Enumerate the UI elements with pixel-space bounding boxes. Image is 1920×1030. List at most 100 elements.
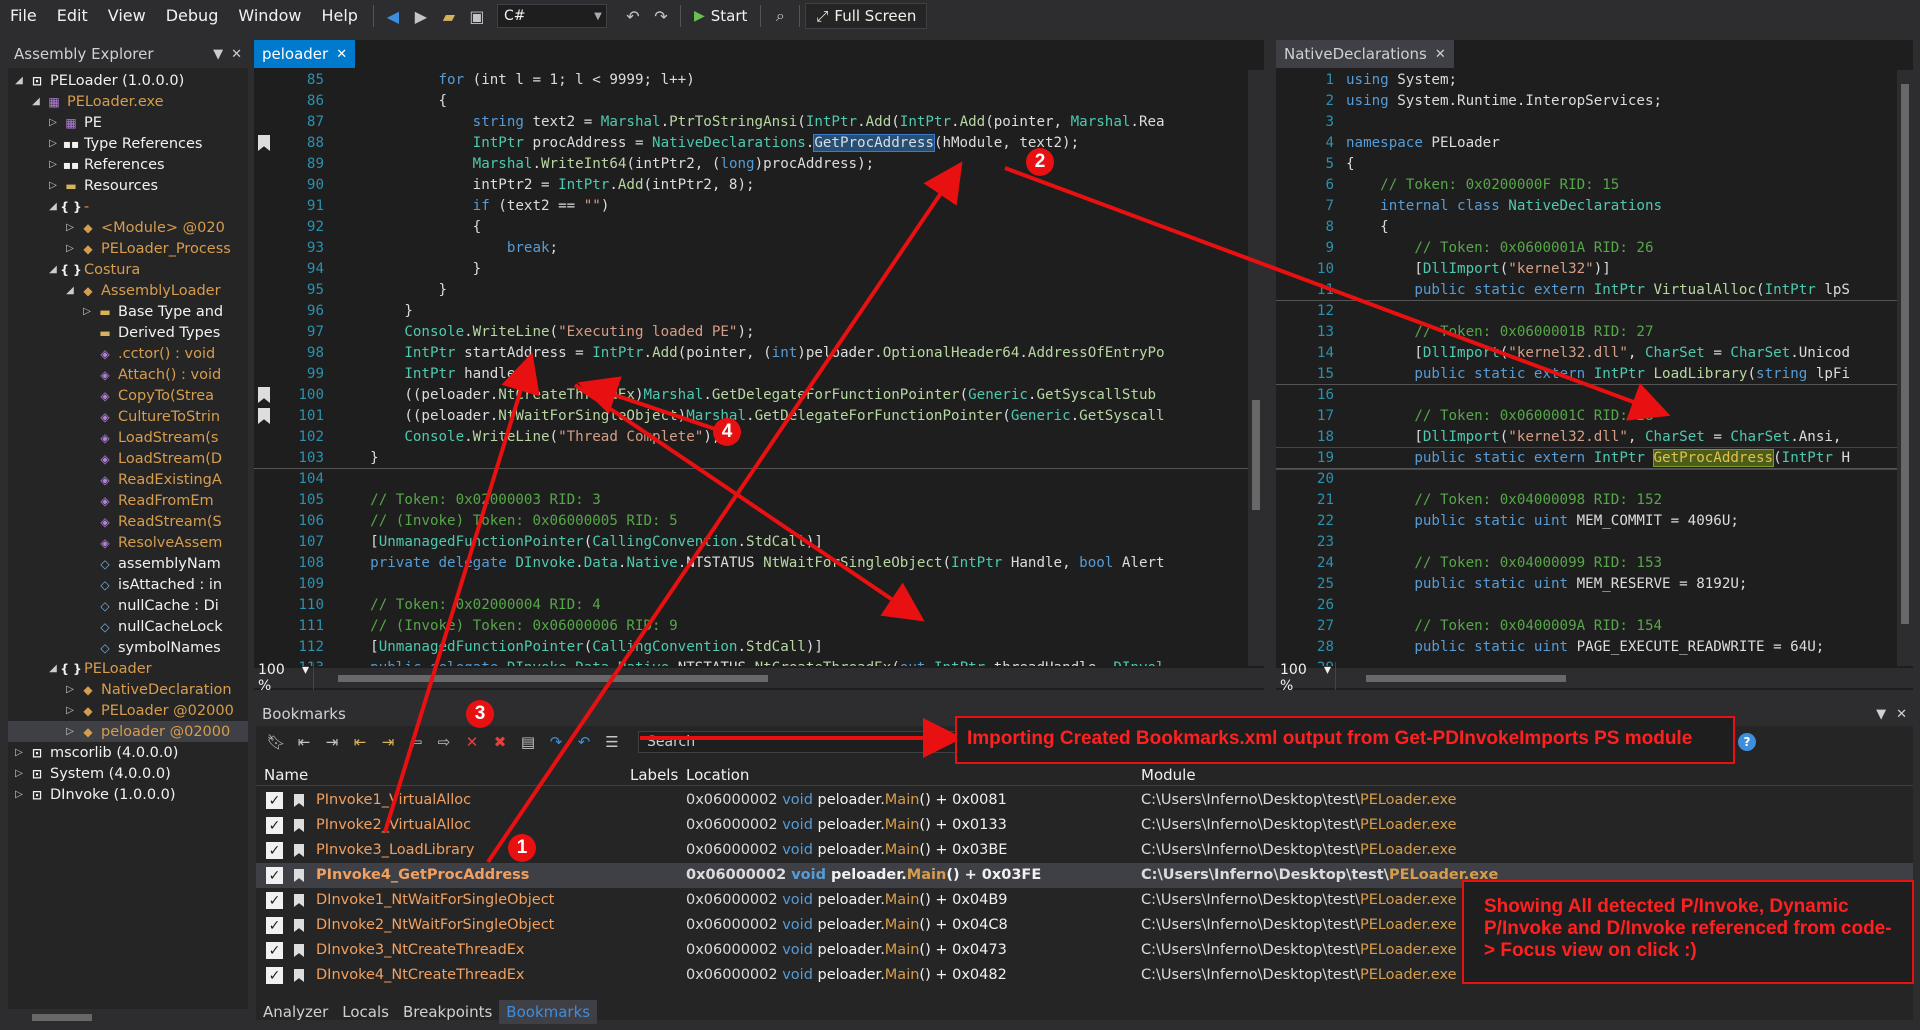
bookmark-location[interactable]: 0x06000002 void peloader.Main() + 0x0473 (686, 942, 1007, 958)
expand-toggle-icon[interactable]: ▷ (12, 768, 26, 779)
zoom-select[interactable]: 100 % ▾ (254, 662, 314, 690)
export-icon[interactable]: ↶ (572, 730, 596, 754)
code-token[interactable]: DInvol (1113, 660, 1164, 666)
tree-node[interactable]: ◢ ⊡ PELoader (1.0.0.0) (8, 70, 248, 91)
full-screen-button[interactable]: ⤢ Full Screen (805, 3, 928, 29)
code-token[interactable]: Native (626, 555, 677, 571)
code-editor-peloader[interactable]: peloader ✕ 85 for (int l = 1; l < 9999; l… (254, 40, 1264, 690)
delete-icon[interactable]: ✕ (460, 730, 484, 754)
expand-toggle-icon[interactable]: ◢ (12, 75, 26, 86)
tab-peloader[interactable]: peloader ✕ (254, 40, 356, 68)
tab-locals[interactable]: Locals (335, 1000, 396, 1024)
tree-node[interactable]: ▷ ▬ Base Type and (8, 301, 248, 322)
expand-toggle-icon[interactable]: ◢ (46, 201, 60, 212)
back-icon[interactable]: ◀ (381, 4, 405, 28)
expand-toggle-icon[interactable]: ▷ (63, 726, 77, 737)
next-in-folder-icon[interactable]: ⇥ (376, 730, 400, 754)
checkbox[interactable]: ✓ (266, 792, 283, 809)
horizontal-scrollbar[interactable] (8, 1009, 248, 1025)
forward-icon[interactable]: ▶ (409, 4, 433, 28)
expand-toggle-icon[interactable]: ◢ (46, 663, 60, 674)
code-token[interactable]: DInvoke (507, 660, 567, 666)
code-token[interactable]: IntPtr (1765, 282, 1816, 298)
code-token[interactable]: Generic (968, 387, 1028, 403)
checkbox[interactable]: ✓ (266, 892, 283, 909)
tree-node[interactable]: ◈ Attach() : void (8, 364, 248, 385)
highlighted-symbol[interactable]: GetProcAddress (1652, 449, 1775, 467)
code-token[interactable]: Marshal (601, 114, 661, 130)
start-button[interactable]: ▶ Start (686, 7, 755, 25)
scrollbar-thumb[interactable] (338, 675, 768, 682)
expand-toggle-icon[interactable]: ▷ (46, 138, 60, 149)
tree-node[interactable]: ▷ ⊡ DInvoke (1.0.0.0) (8, 784, 248, 805)
bookmark-name[interactable]: PInvoke2_VirtualAlloc (316, 817, 471, 833)
disable-all-icon[interactable]: ▤ (516, 730, 540, 754)
previous-bookmark-icon[interactable]: ⇤ (292, 730, 316, 754)
tree-node[interactable]: ◈ .cctor() : void (8, 343, 248, 364)
code-token[interactable]: IntPtr (336, 135, 524, 151)
menu-edit[interactable]: Edit (47, 0, 98, 32)
bookmark-location[interactable]: 0x06000002 void peloader.Main() + 0x03FE (686, 867, 1041, 883)
expand-toggle-icon[interactable]: ▷ (46, 117, 60, 128)
column-location[interactable]: Location (686, 766, 749, 784)
zoom-select[interactable]: 100 % ▾ (1276, 662, 1336, 690)
bookmark-location[interactable]: 0x06000002 void peloader.Main() + 0x0482 (686, 967, 1007, 983)
code-token[interactable]: WriteInt64 (541, 156, 626, 172)
tab-bookmarks[interactable]: Bookmarks (499, 1000, 598, 1024)
tab-breakpoints[interactable]: Breakpoints (396, 1000, 499, 1024)
scrollbar-thumb[interactable] (1366, 675, 1566, 682)
bookmark-location[interactable]: 0x06000002 void peloader.Main() + 0x04B9 (686, 892, 1008, 908)
code-token[interactable]: NtWaitForSingleObject (763, 555, 942, 571)
code-token[interactable]: UnmanagedFunctionPointer (379, 639, 584, 655)
code-token[interactable]: OptionalHeader64 (883, 345, 1020, 361)
help-icon[interactable]: ? (1738, 733, 1756, 751)
code-token[interactable]: DllImport (1423, 345, 1500, 361)
menu-debug[interactable]: Debug (156, 0, 229, 32)
tree-node[interactable]: ▷ ◆ <Module> @020 (8, 217, 248, 238)
horizontal-scrollbar[interactable] (314, 668, 1264, 688)
code-token[interactable]: Console (336, 429, 464, 445)
expand-toggle-icon[interactable]: ▷ (12, 747, 26, 758)
code-token[interactable]: Data (584, 555, 618, 571)
column-labels[interactable]: Labels (630, 766, 678, 784)
menu-file[interactable]: File (0, 0, 47, 32)
code-token[interactable]: Generic (1011, 408, 1071, 424)
code-token[interactable]: WriteLine (473, 324, 550, 340)
bookmark-toggle-icon[interactable]: 🔖︎ (264, 730, 288, 754)
code-token[interactable]: DllImport (1423, 261, 1500, 277)
tree-node[interactable]: ▷ ◆ PELoader_Process (8, 238, 248, 259)
code-token[interactable]: CharSet (1645, 345, 1705, 361)
code-token[interactable]: PtrToStringAnsi (669, 114, 797, 130)
code-token[interactable]: GetSyscallStub (1036, 387, 1156, 403)
code-token[interactable]: Add (652, 345, 678, 361)
close-icon[interactable]: ✕ (1435, 47, 1446, 62)
code-token[interactable]: GetDelegateForFunctionPointer (712, 387, 960, 403)
tree-node[interactable]: ◢{ } Costura (8, 259, 248, 280)
scrollbar-thumb[interactable] (32, 1014, 92, 1021)
code-token[interactable]: CharSet (1730, 345, 1790, 361)
code-token[interactable]: Marshal (644, 387, 704, 403)
code-token[interactable]: NtCreateThreadEx (498, 387, 635, 403)
bookmark-location[interactable]: 0x06000002 void peloader.Main() + 0x04C8 (686, 917, 1008, 933)
language-select[interactable]: C# ▼ (496, 4, 607, 28)
next-in-document-icon[interactable]: ⇨ (432, 730, 456, 754)
close-icon[interactable]: ✕ (336, 47, 347, 62)
code-token[interactable]: IntPtr (336, 366, 455, 382)
horizontal-scrollbar[interactable] (1336, 668, 1913, 688)
expand-toggle-icon[interactable]: ▷ (12, 789, 26, 800)
tree-node[interactable]: ◢{ } PELoader (8, 658, 248, 679)
code-token[interactable]: NtWaitForSingleObject (498, 408, 677, 424)
code-token[interactable]: IntPtr (934, 660, 985, 666)
column-name[interactable]: Name (264, 766, 308, 784)
bookmark-name[interactable]: PInvoke4_GetProcAddress (316, 867, 529, 883)
code-token[interactable]: Console (336, 324, 464, 340)
expand-toggle-icon[interactable]: ▷ (63, 684, 77, 695)
tree-node[interactable]: ◈ CultureToStrin (8, 406, 248, 427)
columns-icon[interactable]: ☰ (600, 730, 624, 754)
expand-toggle-icon[interactable]: ▷ (63, 222, 77, 233)
code-token[interactable]: CharSet (1645, 429, 1705, 445)
column-module[interactable]: Module (1141, 766, 1196, 784)
tree-node[interactable]: ▷ ▪▪ Type References (8, 133, 248, 154)
tree-node[interactable]: ◇ nullCache : Di (8, 595, 248, 616)
tree-node[interactable]: ◈ ReadFromEm (8, 490, 248, 511)
